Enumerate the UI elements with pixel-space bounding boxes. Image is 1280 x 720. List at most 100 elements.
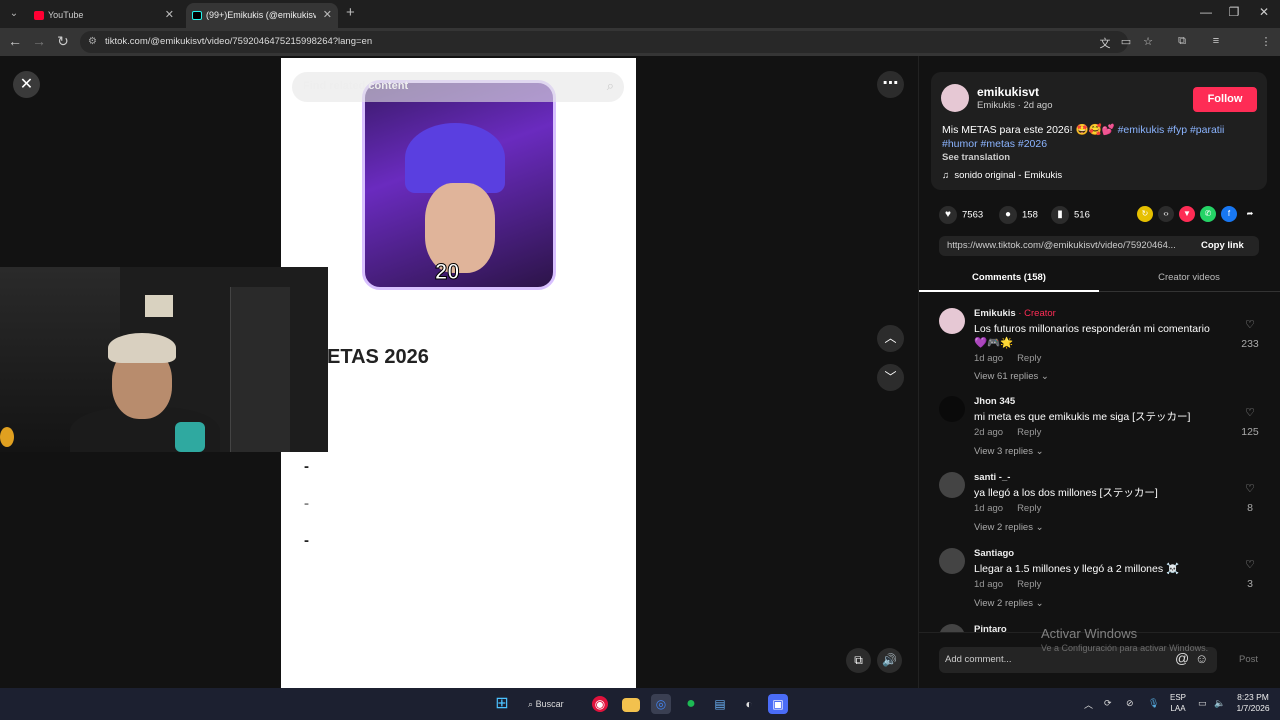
commenter-avatar[interactable] [939,472,965,498]
comment-like-icon[interactable]: ♡ [1245,482,1255,495]
tab-search-icon[interactable]: ⌄ [6,6,22,22]
related-search-input[interactable]: Find related content ⌕ [292,72,624,102]
view-replies-link[interactable]: View 61 replies ⌄ [974,371,1049,382]
commenter-name[interactable]: Pintaro [974,624,1007,632]
commenter-name[interactable]: Santiago [974,548,1014,559]
more-options-icon[interactable]: ⋯ [877,71,904,98]
comment-meta: 1d ago Reply [974,503,1041,514]
tab-creator-videos[interactable]: Creator videos [1099,272,1279,283]
view-replies-link[interactable]: View 3 replies ⌄ [974,446,1044,457]
tray-sync-icon[interactable]: ⟳ [1104,698,1112,709]
address-bar[interactable]: ⚙ tiktok.com/@emikukisvt/video/759204647… [80,31,1128,53]
view-replies-link[interactable]: View 2 replies ⌄ [974,522,1044,533]
tab-youtube[interactable]: YouTube ✕ [28,3,180,28]
commenter-name[interactable]: Jhon 345 [974,396,1015,407]
taskbar-search-label: Buscar [535,699,564,709]
back-icon[interactable]: ← [6,33,24,49]
comment-stat[interactable]: ● 158 [999,206,1038,224]
floating-player-icon[interactable]: ⧉ [846,648,871,673]
embed-icon[interactable]: ‹› [1158,206,1174,222]
speaker-icon[interactable]: 🔈 [1214,698,1225,709]
author-username[interactable]: emikukisvt [977,85,1039,99]
comment-like-icon[interactable]: ♡ [1245,558,1255,571]
site-info-icon[interactable]: ⚙ [88,36,97,47]
view-replies-link[interactable]: View 2 replies ⌄ [974,598,1044,609]
comment-like-icon[interactable]: ♡ [1245,318,1255,331]
window-close-icon[interactable]: ✕ [1254,5,1274,19]
caption-text: Mis METAS para este 2026! 🤩🥰💕 [942,124,1115,136]
windows-start-icon[interactable]: ⊞ [492,694,512,714]
commenter-avatar[interactable] [939,624,965,632]
keyboard-language[interactable]: ESP LAA [1166,692,1190,714]
next-video-icon[interactable]: ﹀ [877,364,904,391]
reading-list-icon[interactable]: ≡ [1208,35,1224,47]
see-translation-link[interactable]: See translation [942,152,1010,163]
comment-like-count: 233 [1241,338,1259,350]
app-red-icon[interactable]: ◉ [592,696,608,712]
whatsapp-icon[interactable]: ✆ [1200,206,1216,222]
music-row[interactable]: ♫ sonido original - Emikukis [942,170,1062,181]
like-stat[interactable]: ♥ 7563 [939,206,983,224]
hashtags-line2[interactable]: #humor #metas #2026 [942,138,1047,150]
bookmark-star-icon[interactable]: ☆ [1140,35,1156,48]
commenter-avatar[interactable] [939,396,965,422]
author-avatar[interactable] [941,84,969,112]
panel-tabs: Comments (158) Creator videos [919,266,1280,292]
translate-icon[interactable]: 文 [1097,35,1113,51]
minimize-icon[interactable]: — [1196,5,1216,19]
commenter-name[interactable]: santi -_- [974,472,1010,483]
tab-tiktok[interactable]: (99+)Emikukis (@emikukisvt) | TikTok ✕ [186,3,338,28]
tray-chevron-icon[interactable]: ︿ [1084,698,1093,711]
tab-comments[interactable]: Comments (158) [919,272,1099,283]
reply-button[interactable]: Reply [1017,503,1041,514]
cam-ball [0,427,14,447]
follow-button[interactable]: Follow [1193,87,1257,112]
new-tab-icon[interactable]: + [346,4,355,21]
notepad-icon[interactable]: ▤ [710,694,730,714]
close-tab-icon[interactable]: ✕ [323,3,332,28]
share-link-url[interactable]: https://www.tiktok.com/@emikukisvt/video… [947,240,1191,251]
comment-text: ya llegó a los dos millones [ステッカー] [974,487,1158,499]
reply-button[interactable]: Reply [1017,579,1041,590]
commenter-name[interactable]: Emikukis · Creator [974,308,1056,319]
facebook-icon[interactable]: f [1221,206,1237,222]
share-arrow-icon[interactable]: ➦ [1242,206,1258,222]
repost-icon[interactable]: ↻ [1137,206,1153,222]
file-explorer-icon[interactable] [622,698,640,712]
list-dash: - [304,458,309,475]
tray-mic-icon[interactable]: 🎙 [1148,698,1159,709]
chrome-icon[interactable]: ◎ [651,694,671,714]
save-stat[interactable]: ▮ 516 [1051,206,1090,224]
taskbar-clock[interactable]: 8:23 PM 1/7/2026 [1230,692,1276,714]
previous-video-icon[interactable]: ︿ [877,325,904,352]
cast-icon[interactable]: ▭ [1118,35,1134,48]
obs-icon[interactable]: ◐ [739,694,759,714]
commenter-avatar[interactable] [939,308,965,334]
app-blue-icon[interactable]: ▣ [768,694,788,714]
extensions-icon[interactable]: ⧉ [1174,35,1190,48]
tray-camera-off-icon[interactable]: ⊘ [1126,698,1134,709]
forward-icon[interactable]: → [30,33,48,49]
search-icon[interactable]: ⌕ [607,78,614,94]
reload-icon[interactable]: ↻ [54,33,72,50]
search-placeholder: Find related content [303,80,409,92]
volume-icon[interactable]: 🔊 [877,648,902,673]
close-tab-icon[interactable]: ✕ [165,3,174,28]
commenter-avatar[interactable] [939,548,965,574]
emoji-icon[interactable]: ☺ [1195,651,1208,666]
copy-link-button[interactable]: Copy link [1201,240,1244,251]
reply-button[interactable]: Reply [1017,427,1041,438]
taskbar-search[interactable]: ⌕ Buscar [528,694,578,714]
comment-like-icon[interactable]: ♡ [1245,406,1255,419]
post-comment-button[interactable]: Post [1239,654,1258,665]
comment-text: Llegar a 1.5 millones y llegó a 2 millon… [974,563,1180,575]
restore-icon[interactable]: ❐ [1224,5,1244,19]
video-player[interactable]: 20 Find related content ⌕ ETAS 2026 - - … [281,58,636,688]
spotify-icon[interactable]: ● [681,694,701,714]
reply-button[interactable]: Reply [1017,353,1041,364]
hashtags-line1[interactable]: #emikukis #fyp #paratii [1118,124,1225,136]
send-icon[interactable]: ▼ [1179,206,1195,222]
network-icon[interactable]: ▭ [1198,698,1207,709]
close-video-icon[interactable]: ✕ [13,71,40,98]
menu-icon[interactable]: ⋮ [1258,35,1274,48]
